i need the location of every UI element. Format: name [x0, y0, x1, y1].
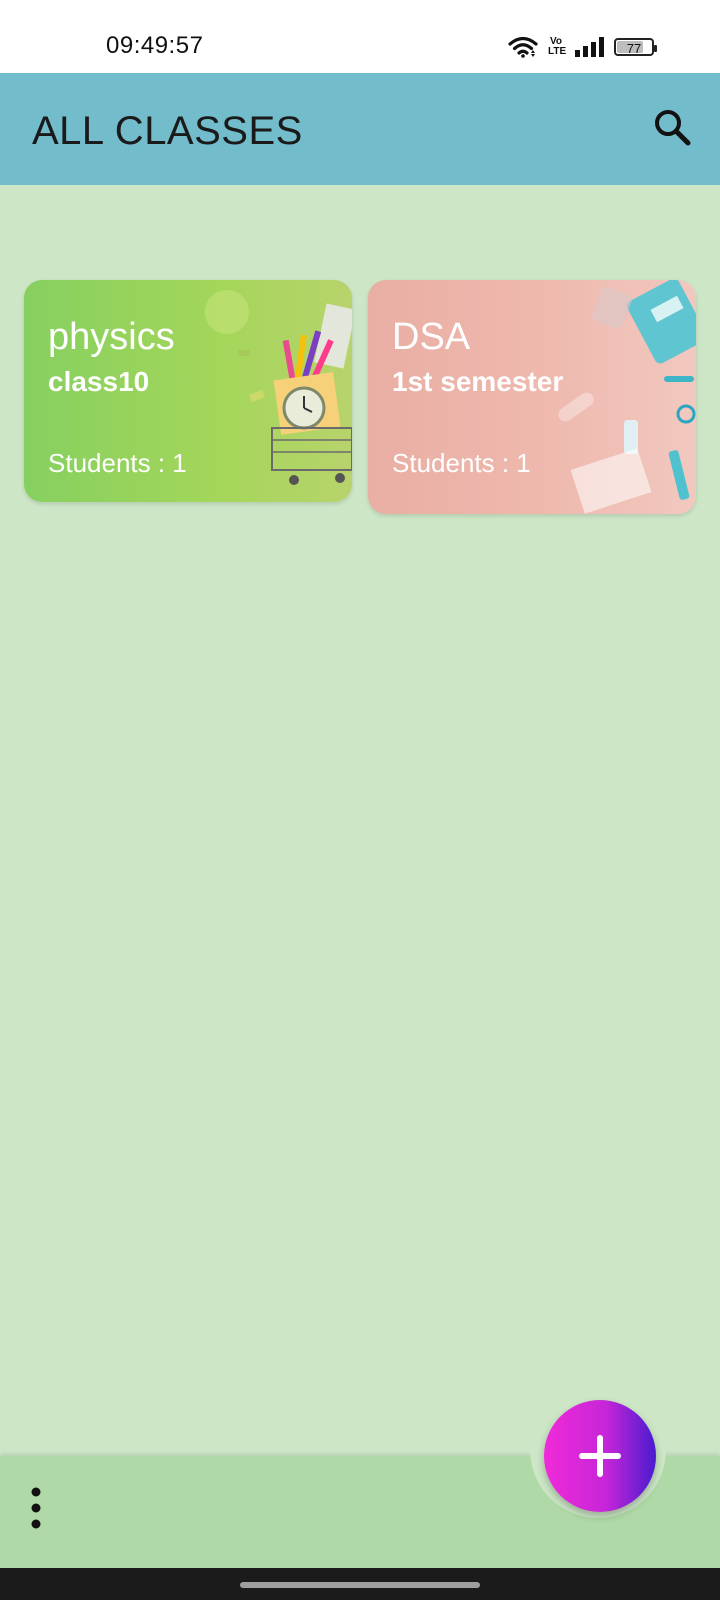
- class-name: physics: [48, 316, 175, 358]
- status-icons: Vo LTE 77: [508, 34, 657, 60]
- volte-icon: Vo LTE: [548, 36, 567, 57]
- signal-icon: [575, 37, 604, 57]
- app-bar: ALL CLASSES: [0, 73, 720, 185]
- status-time: 09:49:57: [106, 32, 204, 59]
- student-count: Students : 1: [392, 448, 531, 478]
- more-vert-icon[interactable]: [24, 1484, 48, 1532]
- class-subtitle: class10: [48, 366, 150, 397]
- plus-icon: [579, 1435, 621, 1477]
- add-class-button[interactable]: [544, 1400, 656, 1512]
- wifi-icon: [508, 36, 538, 58]
- battery-icon: 77: [614, 38, 657, 56]
- home-indicator[interactable]: [240, 1582, 480, 1588]
- search-icon[interactable]: [652, 107, 692, 147]
- class-subtitle: 1st semester: [392, 366, 564, 397]
- status-bar: 09:49:57 Vo LTE 77: [0, 0, 720, 73]
- page-title: ALL CLASSES: [32, 109, 303, 153]
- class-name: DSA: [392, 316, 471, 358]
- class-card-dsa[interactable]: DSA 1st semester Students : 1: [368, 280, 696, 514]
- student-count: Students : 1: [48, 448, 187, 478]
- school-supplies-image: [205, 290, 352, 485]
- battery-text: 77: [626, 41, 642, 56]
- class-card-physics[interactable]: physics class10 Students : 1: [24, 280, 352, 502]
